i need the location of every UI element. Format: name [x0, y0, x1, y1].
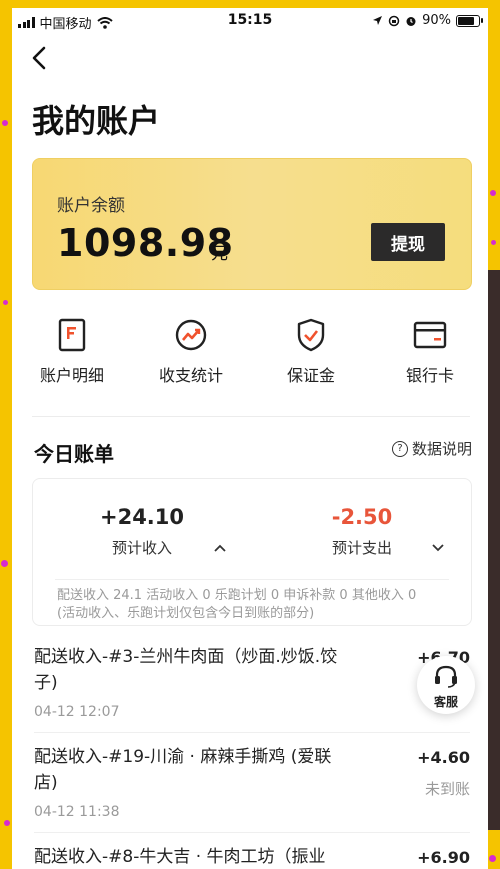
bill-record[interactable]: 配送收入-#8-牛大吉 · 牛肉工坊（振业 +6.90	[34, 844, 470, 869]
question-icon: ?	[391, 440, 408, 457]
alarm-icon	[406, 16, 416, 26]
expense-label: 预计支出	[331, 539, 392, 557]
shortcut-bank-card[interactable]: 银行卡	[380, 318, 480, 386]
decor-dot	[2, 120, 8, 126]
record-title: 配送收入-#3-兰州牛肉面（炒面.炒饭.饺子)	[34, 647, 338, 693]
record-title: 配送收入-#19-川渝 · 麻辣手撕鸡 (爱联店)	[34, 747, 332, 793]
shortcut-income-stats[interactable]: 收支统计	[141, 318, 241, 386]
balance-unit: 元	[211, 244, 228, 264]
record-divider	[34, 732, 470, 733]
battery-level-fill	[458, 16, 475, 25]
decor-dot	[491, 240, 496, 245]
section-divider	[32, 416, 470, 417]
headset-icon	[435, 665, 457, 688]
withdraw-button[interactable]: 提现	[371, 223, 445, 261]
data-explain-label: 数据说明	[411, 440, 472, 458]
expense-summary: -2.50 预计支出	[287, 505, 437, 558]
decor-dot	[1, 560, 8, 567]
summary-note: 配送收入 24.1 活动收入 0 乐跑计划 0 申诉补款 0 其他收入 0 (活…	[57, 587, 457, 623]
shortcut-account-details[interactable]: 账户明细	[22, 318, 122, 386]
expense-value: -2.50	[331, 505, 393, 529]
income-summary: +24.10 预计收入	[67, 505, 217, 558]
chevron-down-icon[interactable]	[431, 543, 445, 553]
record-status: 未到账	[424, 780, 470, 798]
status-bar: 中国移动 15:15 90%	[12, 8, 488, 34]
decor-dot	[3, 300, 8, 305]
decor-dot	[489, 855, 496, 862]
shortcut-row: 账户明细 收支统计 保证金 银行卡	[12, 318, 488, 398]
page-title: 我的账户	[32, 102, 161, 140]
decor-dot	[490, 190, 496, 196]
balance-card: 账户余额 1098.98 元 提现	[32, 158, 472, 290]
location-arrow-icon	[373, 16, 383, 25]
chevron-up-icon[interactable]	[213, 543, 227, 553]
record-amount: +6.90	[417, 848, 470, 867]
shortcut-label: 账户明细	[39, 366, 104, 385]
trend-chart-icon	[175, 319, 207, 351]
record-time: 04-12 12:07	[34, 704, 120, 720]
summary-divider	[55, 579, 449, 580]
shortcut-label: 收支统计	[158, 366, 223, 385]
income-value: +24.10	[99, 505, 185, 529]
rotation-lock-icon	[388, 15, 400, 26]
bill-record[interactable]: 配送收入-#3-兰州牛肉面（炒面.炒饭.饺子) 04-12 12:07 +6.7…	[34, 644, 470, 720]
app-screen: 中国移动 15:15 90% 我的账户 账户余额 1098.98 元 提现 账户…	[12, 8, 488, 869]
shield-check-icon	[297, 318, 325, 352]
shortcut-deposit[interactable]: 保证金	[261, 318, 361, 386]
record-amount: +4.60	[417, 748, 470, 767]
record-title: 配送收入-#8-牛大吉 · 牛肉工坊（振业	[34, 847, 326, 867]
summary-note-line: (活动收入、乐跑计划仅包含今日到账的部分)	[57, 606, 315, 621]
background-edge	[488, 270, 500, 830]
today-summary-card: +24.10 预计收入 -2.50 预计支出 配送收入 24.1 活动收入 0 …	[32, 478, 472, 626]
battery-percent: 90%	[422, 13, 451, 28]
income-label: 预计收入	[111, 539, 172, 557]
shortcut-label: 保证金	[286, 366, 335, 385]
customer-service-label: 客服	[433, 695, 458, 709]
today-bill-title: 今日账单	[34, 442, 114, 466]
balance-amount: 1098.98	[57, 221, 234, 265]
battery-icon	[456, 14, 483, 27]
summary-note-line: 配送收入 24.1 活动收入 0 乐跑计划 0 申诉补款 0 其他收入 0	[57, 588, 417, 603]
decor-dot	[4, 820, 10, 826]
shortcut-label: 银行卡	[405, 366, 454, 385]
document-icon	[58, 318, 86, 352]
bank-card-icon	[413, 321, 447, 349]
balance-label: 账户余额	[57, 196, 125, 216]
back-arrow-icon[interactable]	[28, 44, 52, 72]
record-divider	[34, 832, 470, 833]
bill-record[interactable]: 配送收入-#19-川渝 · 麻辣手撕鸡 (爱联店) 04-12 11:38 +4…	[34, 744, 470, 820]
record-time: 04-12 11:38	[34, 804, 120, 820]
customer-service-button[interactable]: 客服	[417, 656, 475, 714]
data-explain-link[interactable]: ? 数据说明	[391, 438, 472, 459]
